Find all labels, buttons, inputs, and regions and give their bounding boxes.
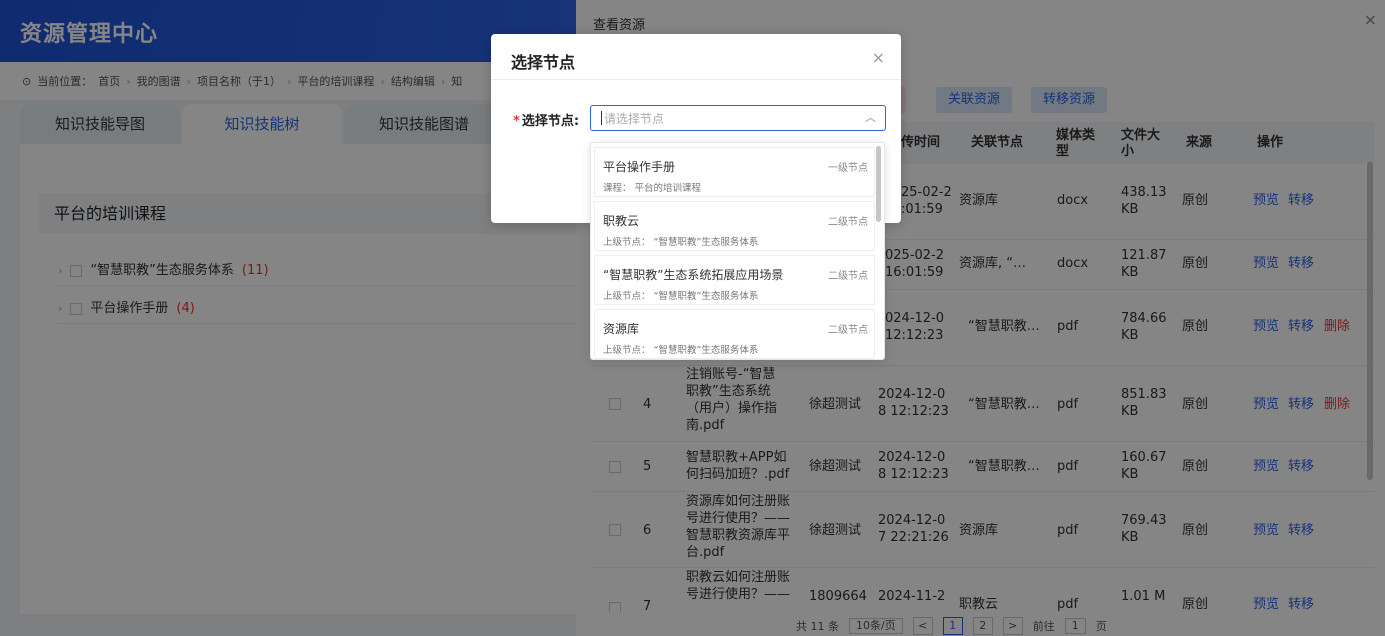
required-mark: * [513, 114, 520, 129]
option-name: “智慧职教”生态系统拓展应用场景 [603, 268, 784, 282]
option-parent: 上级节点： “智慧职教”生态服务体系 [603, 291, 759, 302]
text-cursor [601, 111, 602, 125]
option-parent: 上级节点： “智慧职教”生态服务体系 [603, 345, 759, 356]
dropdown-scrollbar[interactable] [876, 146, 881, 222]
close-icon[interactable]: × [872, 48, 885, 67]
chevron-up-icon[interactable]: ︿ [865, 109, 876, 125]
option-level: 二级节点 [828, 271, 868, 282]
option-name: 职教云 [603, 214, 640, 228]
option-level: 一级节点 [828, 163, 868, 174]
node-field-label: * 选择节点: [513, 110, 579, 129]
node-select-placeholder: 请选择节点 [604, 112, 665, 126]
node-option[interactable]: “智慧职教”生态系统拓展应用场景 二级节点 上级节点： “智慧职教”生态服务体系 [594, 255, 875, 305]
node-option[interactable]: 平台操作手册 一级节点 课程： 平台的培训课程 [594, 147, 875, 197]
node-option[interactable]: 职教云 二级节点 上级节点： “智慧职教”生态服务体系 [594, 201, 875, 251]
node-select[interactable]: 请选择节点 ︿ [590, 105, 886, 131]
option-parent: 上级节点： “智慧职教”生态服务体系 [603, 237, 759, 248]
option-name: 平台操作手册 [603, 160, 676, 174]
option-level: 二级节点 [828, 325, 868, 336]
dialog-divider [491, 79, 901, 80]
option-name: 资源库 [603, 322, 640, 336]
option-level: 二级节点 [828, 217, 868, 228]
node-dropdown: 平台操作手册 一级节点 课程： 平台的培训课程 职教云 二级节点 上级节点： “… [590, 142, 885, 360]
node-field-label-text: 选择节点: [521, 114, 580, 129]
option-parent: 课程： 平台的培训课程 [603, 183, 702, 194]
dialog-title: 选择节点 [511, 53, 576, 72]
node-option[interactable]: 资源库 二级节点 上级节点： “智慧职教”生态服务体系 [594, 309, 875, 359]
